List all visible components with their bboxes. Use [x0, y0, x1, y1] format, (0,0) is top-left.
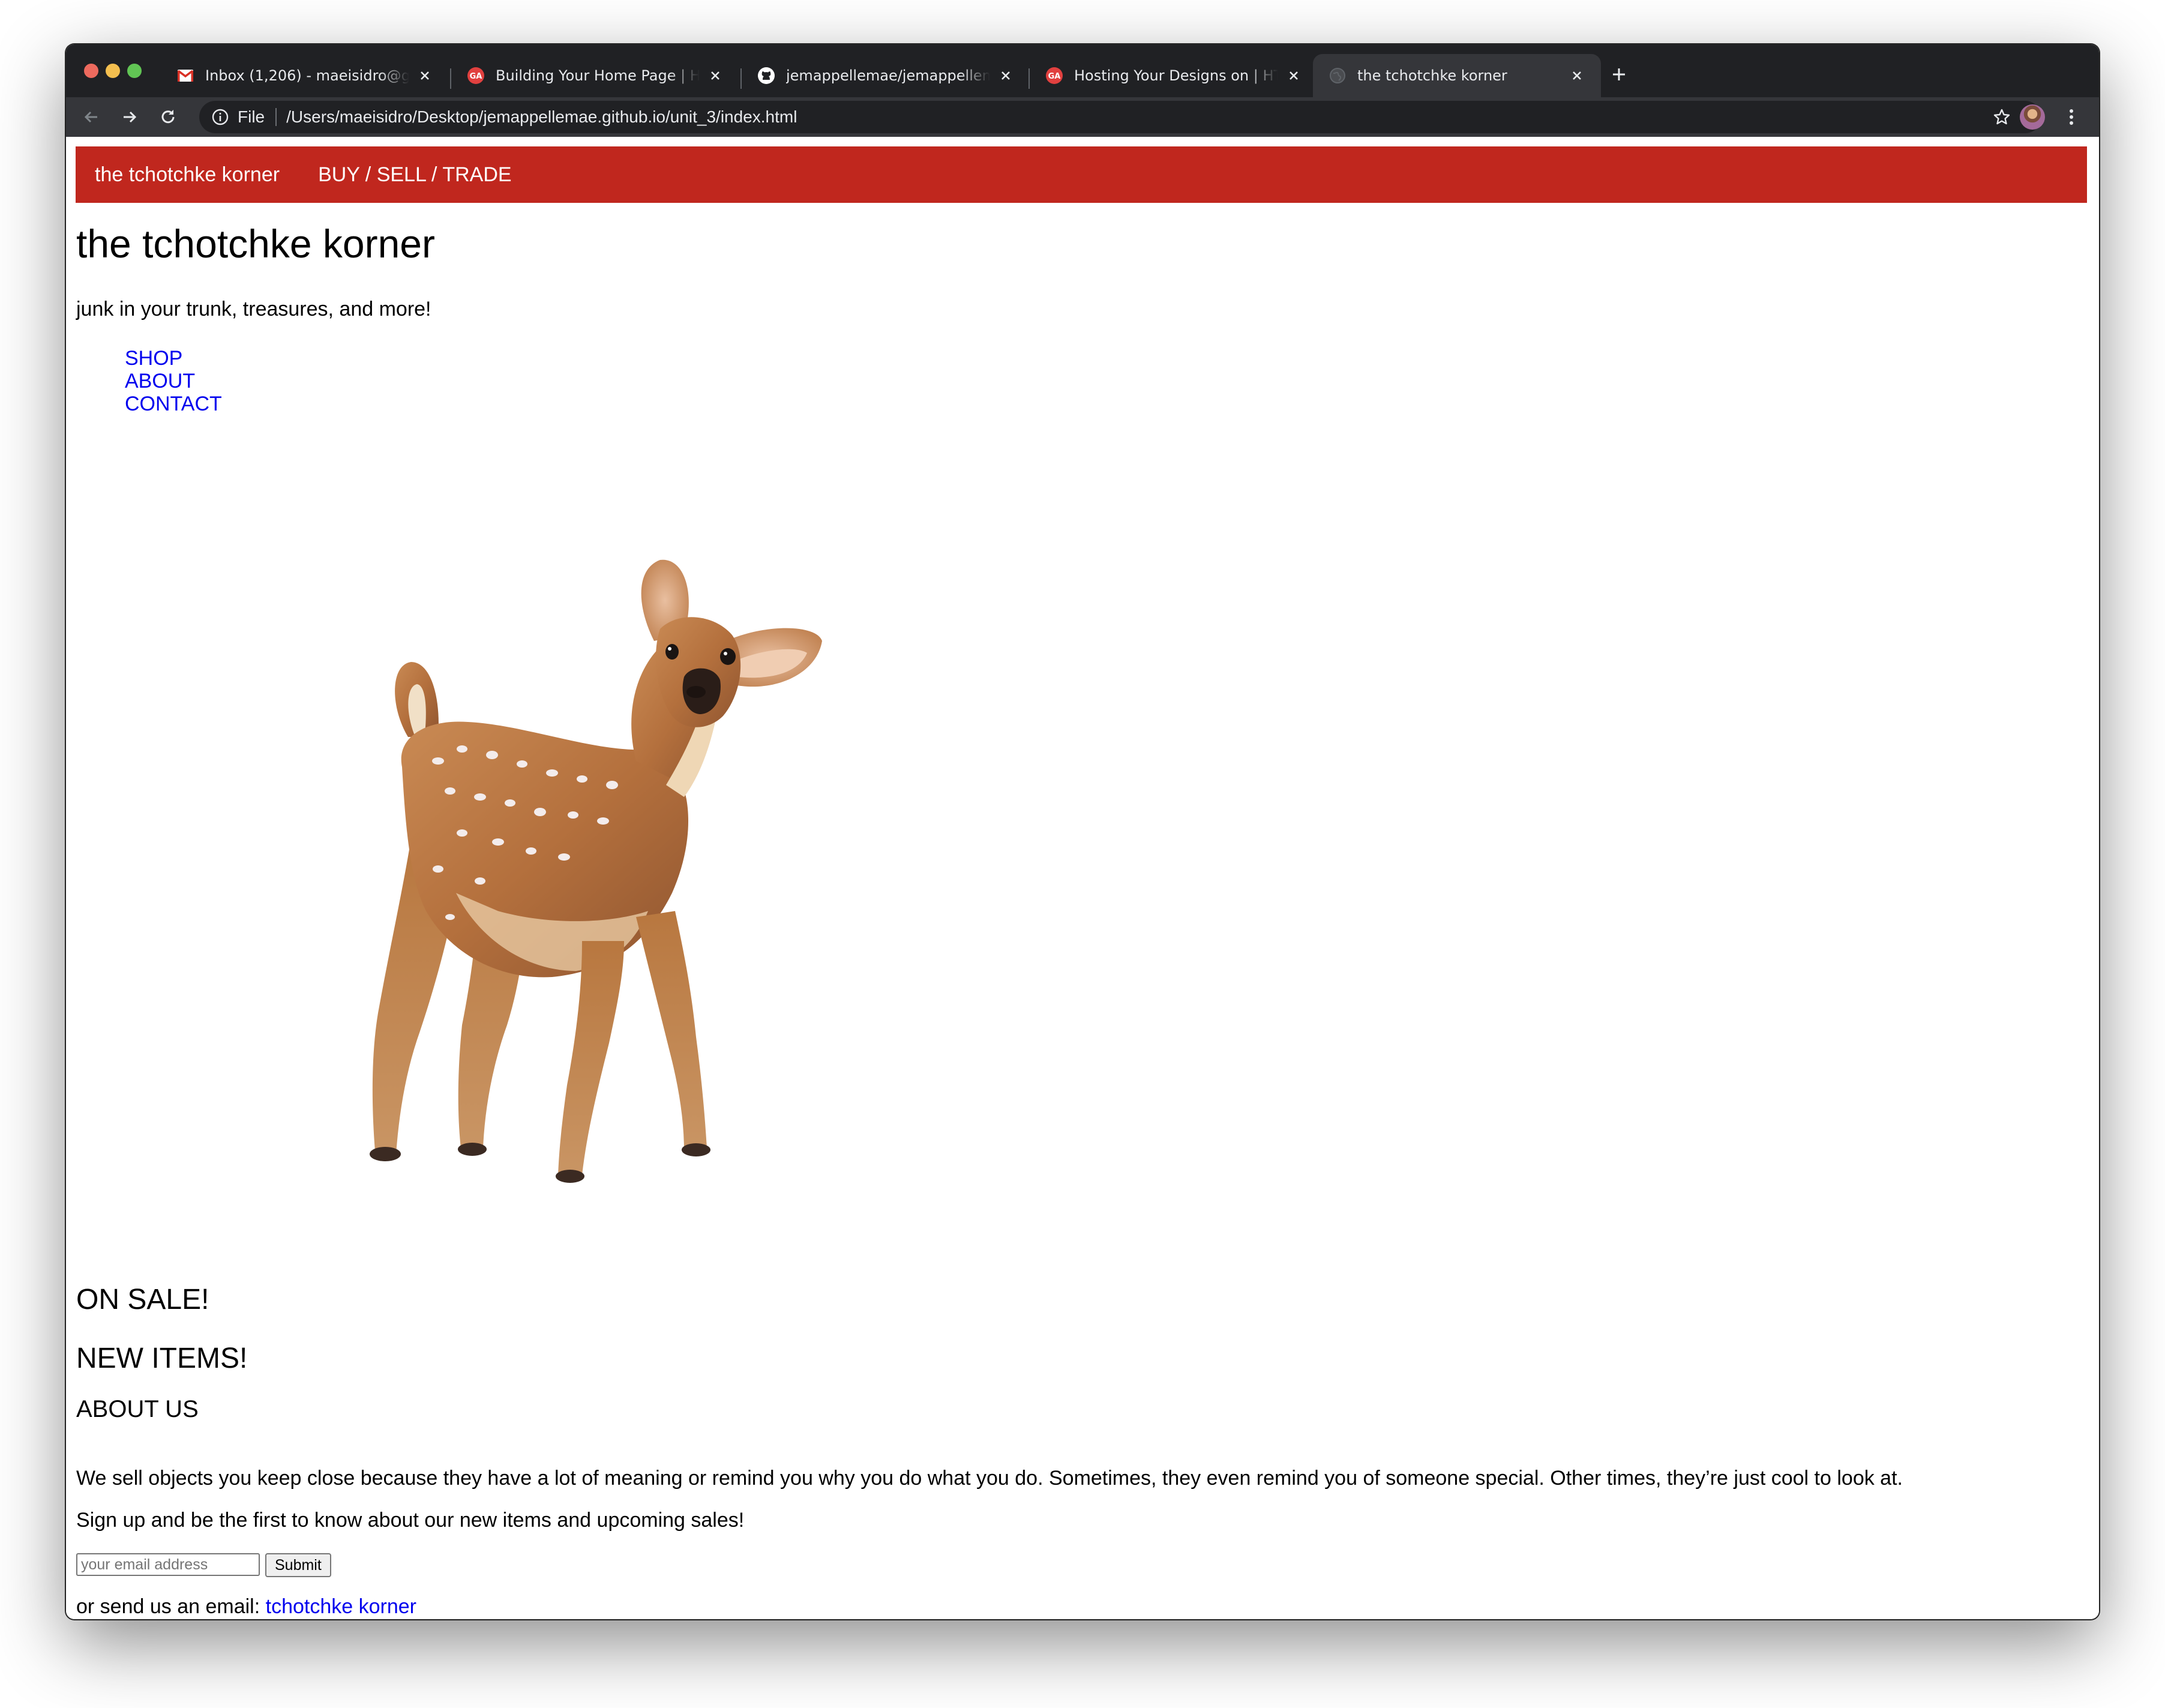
email-link[interactable]: tchotchke korner	[266, 1595, 416, 1618]
menu-shop-link[interactable]: SHOP	[125, 347, 222, 370]
close-icon[interactable]	[997, 67, 1014, 84]
close-icon[interactable]	[1285, 67, 1302, 84]
browser-toolbar: File /Users/maeisidro/Desktop/jemappelle…	[66, 97, 2099, 137]
back-arrow-icon[interactable]	[80, 106, 102, 128]
about-us-text: We sell objects you keep close because t…	[76, 1467, 1903, 1490]
email-field[interactable]	[76, 1553, 260, 1576]
bookmark-star-icon[interactable]	[1992, 107, 2011, 127]
tab-hosting-designs[interactable]: GA Hosting Your Designs on | HTML	[1030, 54, 1318, 97]
url-text[interactable]: /Users/maeisidro/Desktop/jemappellemae.g…	[286, 107, 797, 127]
contact-line: or send us an email: tchotchke korner	[76, 1595, 416, 1619]
more-menu-icon[interactable]	[2065, 106, 2077, 128]
url-scheme-label: File	[238, 107, 265, 126]
tab-title: Hosting Your Designs on | HTML	[1074, 67, 1278, 84]
svg-text:GA: GA	[1048, 72, 1061, 81]
minimize-window-button[interactable]	[106, 64, 120, 78]
tab-inbox[interactable]: Inbox (1,206) - maeisidro@gmail.com	[161, 54, 449, 97]
forward-arrow-icon[interactable]	[119, 106, 140, 128]
zoom-window-button[interactable]	[127, 64, 142, 78]
ga-icon: GA	[1045, 67, 1063, 85]
github-icon	[757, 67, 775, 85]
ga-icon: GA	[467, 67, 485, 85]
close-window-button[interactable]	[84, 64, 98, 78]
close-icon[interactable]	[1569, 67, 1585, 84]
address-bar[interactable]: File /Users/maeisidro/Desktop/jemappelle…	[199, 101, 2041, 133]
signup-text: Sign up and be the first to know about o…	[76, 1509, 745, 1532]
info-icon[interactable]	[211, 108, 229, 126]
tab-github-repo[interactable]: jemappellemae/jemappellemae.github.io	[742, 54, 1030, 97]
about-us-heading: ABOUT US	[76, 1396, 199, 1422]
close-icon[interactable]	[707, 67, 724, 84]
tab-strip: Inbox (1,206) - maeisidro@gmail.com GA B…	[66, 44, 2099, 97]
tagline: junk in your trunk, treasures, and more!	[76, 298, 431, 320]
contact-prefix: or send us an email:	[76, 1595, 260, 1618]
svg-text:GA: GA	[470, 72, 482, 81]
browser-window: Inbox (1,206) - maeisidro@gmail.com GA B…	[66, 44, 2099, 1619]
tab-tchotchke-korner[interactable]: the tchotchke korner	[1313, 54, 1601, 97]
address-separator	[275, 108, 277, 126]
menu-about-link[interactable]: ABOUT	[125, 370, 222, 392]
tab-building-home-page[interactable]: GA Building Your Home Page | HTML	[451, 54, 739, 97]
profile-avatar[interactable]	[2020, 104, 2045, 130]
menu-contact-link[interactable]: CONTACT	[125, 392, 222, 415]
tab-title: the tchotchke korner	[1357, 67, 1507, 84]
new-tab-button[interactable]	[1608, 64, 1630, 85]
globe-icon	[1329, 67, 1347, 85]
navbar-buy-sell-trade-link[interactable]: BUY / SELL / TRADE	[318, 163, 512, 187]
reload-icon[interactable]	[157, 106, 179, 128]
gmail-icon	[176, 67, 194, 85]
fawn-figurine-image	[370, 559, 822, 1183]
new-items-heading: NEW ITEMS!	[76, 1343, 248, 1374]
tab-title: Inbox (1,206) - maeisidro@gmail.com	[205, 67, 409, 84]
site-menu: SHOP ABOUT CONTACT	[125, 347, 222, 415]
on-sale-heading: ON SALE!	[76, 1284, 209, 1316]
page-viewport: the tchotchke korner BUY / SELL / TRADE …	[66, 137, 2099, 1619]
navbar-brand-link[interactable]: the tchotchke korner	[95, 163, 280, 187]
close-icon[interactable]	[416, 67, 433, 84]
tab-title: jemappellemae/jemappellemae.github.io	[786, 67, 990, 84]
page-title: the tchotchke korner	[76, 221, 435, 266]
site-navbar: the tchotchke korner BUY / SELL / TRADE	[76, 146, 2087, 203]
submit-button[interactable]: Submit	[265, 1553, 331, 1577]
tab-title: Building Your Home Page | HTML	[496, 67, 700, 84]
